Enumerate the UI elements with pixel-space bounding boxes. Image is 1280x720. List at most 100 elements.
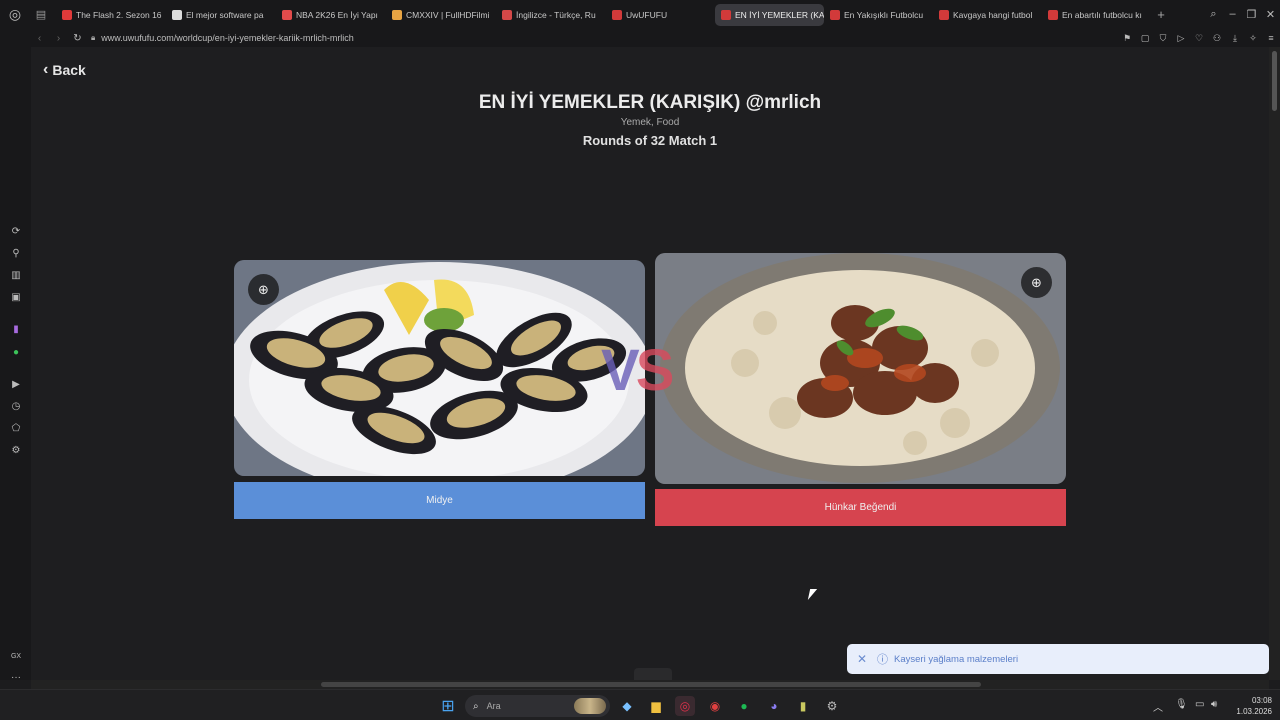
new-tab-button[interactable]: +: [1151, 7, 1171, 22]
tab-title: En abartılı futbolcu kı: [1062, 9, 1142, 20]
search-placeholder: Ara: [486, 701, 501, 711]
chevron-left-icon: ‹: [43, 61, 49, 78]
minimize-icon[interactable]: –: [1223, 8, 1242, 21]
site-icon: [502, 9, 512, 20]
windows-taskbar: ⊞ ⌕ Ara ◆ ▆ ◎ ◉ ● ◕ ▮ ⚙ ︿ 🎙︎ ▭ 🔊︎ 03:08 …: [0, 689, 1280, 720]
close-icon[interactable]: ✕: [847, 652, 877, 666]
menu-icon[interactable]: ≡: [1262, 33, 1280, 43]
chevron-up-icon[interactable]: ︿: [1153, 699, 1163, 714]
right-choice-button[interactable]: Hünkar Beğendi: [655, 489, 1066, 526]
browser-tab[interactable]: CMXXIV | FullHDFilmi: [386, 4, 496, 26]
browser-sidebar: ⟳ ⚲ ▥ ▣ ▮ ● ▶ ◷ ⬠ ⚙ GX ···: [0, 47, 31, 683]
browser-tab[interactable]: İngilizce - Türkçe, Ru: [496, 4, 606, 26]
tab-list-icon[interactable]: ▤: [30, 0, 52, 29]
tab-title: UwUFUFU: [626, 9, 668, 20]
microphone-icon[interactable]: 🎙︎: [1175, 699, 1188, 710]
more-icon[interactable]: ···: [9, 670, 23, 684]
browser-tab[interactable]: UwUFUFU: [606, 4, 715, 26]
display-icon[interactable]: ▭: [1195, 699, 1204, 710]
bookmark-icon[interactable]: ⚑: [1118, 33, 1136, 44]
tab-title: Kavgaya hangi futbol: [953, 9, 1033, 20]
uwufufu-icon: [1048, 9, 1058, 20]
heart-icon[interactable]: ♡: [1190, 33, 1208, 44]
browser-tab[interactable]: EN İYİ YEMEKLER (KARIŞ: [715, 3, 824, 26]
tab-title: En Yakışıklı Futbolcu: [844, 9, 924, 20]
site-icon: [172, 9, 182, 20]
tab-title: İngilizce - Türkçe, Ru: [516, 9, 596, 20]
wallet-icon[interactable]: ▥: [9, 268, 23, 282]
back-nav-icon[interactable]: ‹: [30, 33, 49, 44]
reload-icon[interactable]: ↻: [68, 33, 87, 44]
hunkar-begendi-image-icon: [655, 253, 1066, 484]
app-stats-icon[interactable]: ▮: [793, 696, 813, 716]
gx-label[interactable]: GX: [9, 649, 23, 663]
search-suggestion-toast[interactable]: ✕ ⓘ Kayseri yağlama malzemeleri: [847, 644, 1269, 674]
browser-tab[interactable]: En abartılı futbolcu kı: [1042, 4, 1151, 26]
play-icon[interactable]: ▷: [1172, 33, 1190, 44]
vs-s: S: [635, 338, 675, 403]
taskbar-clock[interactable]: 03:08 1.03.2026: [1236, 695, 1272, 717]
app-red-icon[interactable]: ◉: [705, 696, 725, 716]
file-explorer-icon[interactable]: ▆: [646, 696, 666, 716]
left-choice-card[interactable]: ⊕: [234, 260, 645, 476]
adblock-icon[interactable]: ⛉: [1154, 33, 1172, 44]
toast-text[interactable]: Kayseri yağlama malzemeleri: [894, 654, 1018, 665]
browser-tab[interactable]: En Yakışıklı Futbolcu: [824, 4, 933, 26]
windows-start-icon[interactable]: ⊞: [438, 696, 458, 716]
volume-icon[interactable]: 🔊︎: [1211, 699, 1217, 710]
extensions-icon[interactable]: ⬠: [9, 421, 23, 435]
discord-icon[interactable]: ◕: [764, 696, 784, 716]
uwufufu-icon: [830, 9, 840, 20]
shopping-icon[interactable]: ⚲: [9, 246, 23, 260]
download-icon[interactable]: ⤓: [1226, 33, 1244, 44]
site-icon: [392, 9, 402, 20]
ai-icon[interactable]: ✧: [1244, 33, 1262, 44]
opera-logo-icon[interactable]: ◎: [0, 0, 30, 29]
speed-dial-icon[interactable]: ⟳: [9, 224, 23, 238]
whatsapp-icon[interactable]: ●: [9, 345, 23, 359]
spotify-icon[interactable]: ●: [734, 696, 754, 716]
right-choice-card[interactable]: ⊕: [655, 253, 1066, 484]
lock-icon[interactable]: 🔒︎: [91, 33, 95, 43]
browser-tab[interactable]: El mejor software pa: [166, 4, 276, 26]
history-icon[interactable]: ◷: [9, 399, 23, 413]
clock-date: 1.03.2026: [1236, 707, 1272, 716]
zoom-in-icon[interactable]: ⊕: [1021, 267, 1052, 298]
vs-label: VS: [601, 337, 675, 404]
close-window-icon[interactable]: ✕: [1261, 8, 1280, 21]
uwufufu-icon: [721, 9, 731, 20]
horizontal-scrollbar[interactable]: [31, 680, 1269, 689]
browser-tab[interactable]: The Flash 2. Sezon 16: [56, 4, 166, 26]
left-choice-image[interactable]: ⊕: [234, 260, 645, 476]
snapshot-icon[interactable]: ▢: [1136, 33, 1154, 44]
steam-icon[interactable]: ⚙: [822, 696, 842, 716]
forward-nav-icon[interactable]: ›: [49, 33, 68, 44]
twitch-icon[interactable]: ▮: [9, 322, 23, 336]
vertical-scrollbar[interactable]: [1269, 47, 1280, 680]
tab-title: CMXXIV | FullHDFilmi: [406, 9, 490, 20]
search-tabs-icon[interactable]: ⌕: [1204, 8, 1223, 21]
search-highlight-image: [574, 698, 606, 714]
copilot-icon[interactable]: ◆: [617, 696, 637, 716]
back-button[interactable]: ‹ Back: [43, 61, 86, 79]
player-icon[interactable]: ▶: [9, 377, 23, 391]
profile-icon[interactable]: ⚇: [1208, 33, 1226, 44]
mussels-image-icon: [234, 260, 645, 476]
right-choice-image[interactable]: ⊕: [655, 253, 1066, 484]
settings-icon[interactable]: ⚙: [9, 443, 23, 457]
scrollbar-thumb[interactable]: [321, 682, 981, 687]
taskbar-search[interactable]: ⌕ Ara: [465, 695, 610, 717]
uwufufu-icon: [612, 9, 622, 20]
browser-tab[interactable]: Kavgaya hangi futbol: [933, 4, 1042, 26]
url-field[interactable]: www.uwufufu.com/worldcup/en-iyi-yemekler…: [101, 33, 354, 43]
opera-gx-taskbar-icon[interactable]: ◎: [675, 696, 695, 716]
left-choice-button[interactable]: Midye: [234, 482, 645, 519]
page-subtitle: Yemek, Food: [620, 117, 680, 128]
restore-icon[interactable]: ❐: [1242, 8, 1261, 21]
tab-title: El mejor software pa: [186, 9, 264, 20]
messenger-icon[interactable]: ▣: [9, 290, 23, 304]
zoom-in-icon[interactable]: ⊕: [248, 274, 279, 305]
browser-tab[interactable]: NBA 2K26 En İyi Yapı: [276, 4, 386, 26]
scrollbar-thumb[interactable]: [1272, 51, 1277, 111]
window-controls: ⌕ – ❐ ✕: [1204, 8, 1280, 21]
